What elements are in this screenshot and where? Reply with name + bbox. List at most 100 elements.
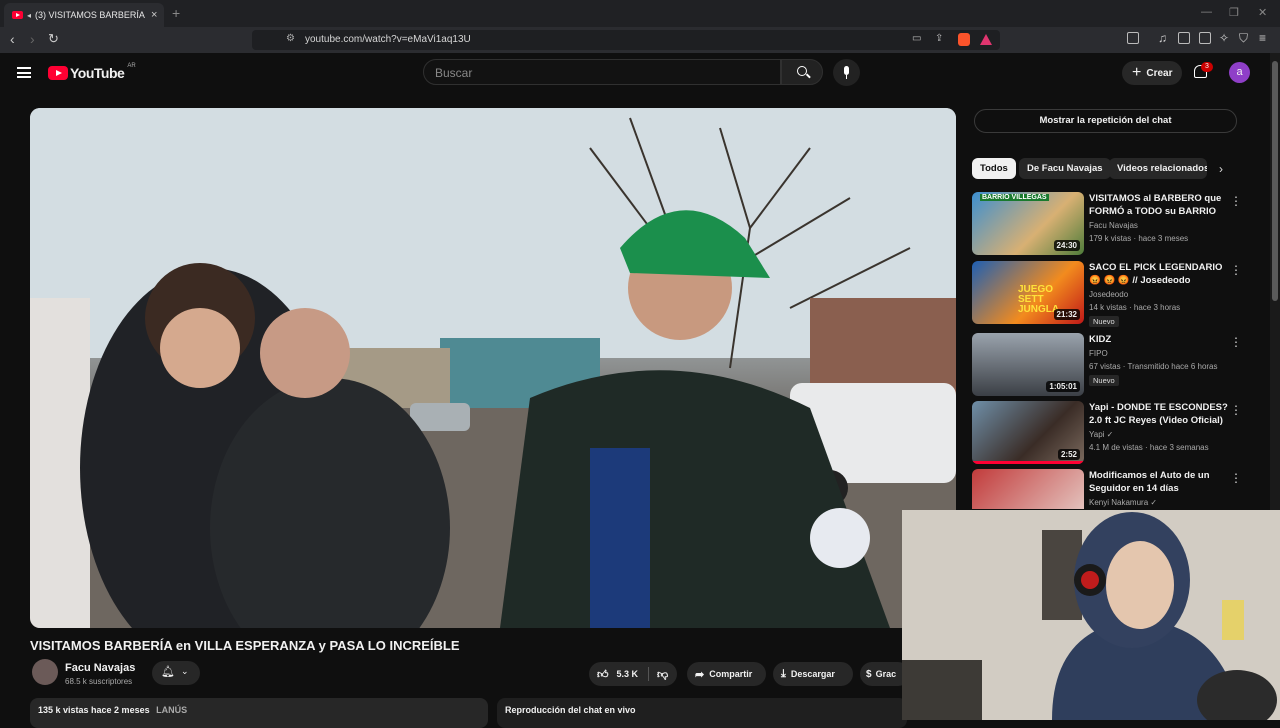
hamburger-menu-icon[interactable] xyxy=(17,67,31,78)
media-icon[interactable]: ♫ xyxy=(1158,31,1167,45)
show-chat-replay-button[interactable]: Mostrar la repetición del chat xyxy=(974,109,1237,133)
create-button[interactable]: + Crear xyxy=(1122,61,1182,85)
rec-channel[interactable]: Facu Navajas xyxy=(1089,221,1138,230)
leo-ai-icon[interactable]: ✧ xyxy=(1219,31,1229,45)
recommendation-item[interactable]: 2:52 Yapi - DONDE TE ESCONDES? 2.0 ft JC… xyxy=(972,401,1242,465)
description-box[interactable]: 135 k vistas hace 2 meses LANÚS xyxy=(30,698,488,728)
plus-icon: + xyxy=(1132,64,1142,81)
search-icon xyxy=(797,66,807,76)
live-chat-replay-panel: Reproducción del chat en vivo xyxy=(497,698,907,728)
download-button[interactable]: ⤓ Descargar xyxy=(773,662,853,686)
chip-all[interactable]: Todos xyxy=(972,158,1016,179)
tab-search-icon[interactable] xyxy=(1127,32,1139,44)
duration-badge: 2:52 xyxy=(1057,449,1080,460)
close-tab-icon[interactable]: × xyxy=(151,9,157,21)
sidebar-icon[interactable] xyxy=(1178,32,1190,44)
duration-badge: 21:32 xyxy=(1053,309,1080,320)
back-icon[interactable]: ‹ xyxy=(10,31,15,47)
location-tag[interactable]: LANÚS xyxy=(156,705,187,715)
duration-badge: 24:30 xyxy=(1053,240,1080,251)
share-icon: ➦ xyxy=(695,668,705,681)
recommendation-item[interactable]: 1:05:01 KIDZ FIPO 67 vistas · Transmitid… xyxy=(972,333,1242,397)
address-bar[interactable]: ⚙ youtube.com/watch?v=eMaVi1aq13U ▭ ⇪ xyxy=(252,30,1000,50)
subscription-bell-button[interactable]: 🔔︎ ⌄ xyxy=(152,661,200,685)
rec-meta: 179 k vistas · hace 3 meses xyxy=(1089,234,1189,243)
more-options-icon[interactable]: ⋮ xyxy=(1230,263,1242,277)
rec-channel[interactable]: Kenyi Nakamura ✓ xyxy=(1089,498,1157,507)
minimize-icon[interactable]: — xyxy=(1201,6,1212,18)
more-options-icon[interactable]: ⋮ xyxy=(1230,194,1242,208)
rec-channel[interactable]: Yapi ✓ xyxy=(1089,430,1113,439)
account-avatar[interactable]: a xyxy=(1229,62,1250,83)
tab-title: (3) VISITAMOS BARBERÍA en xyxy=(35,10,148,20)
recommendation-item[interactable]: JUEGO SETT JUNGLA 21:32 SACO EL PICK LEG… xyxy=(972,261,1242,327)
rec-channel[interactable]: FIPO xyxy=(1089,349,1108,358)
like-count[interactable]: 5.3 K xyxy=(617,669,639,679)
browser-tab[interactable]: ◂ (3) VISITAMOS BARBERÍA en × xyxy=(4,3,164,27)
youtube-logo[interactable]: YouTube AR xyxy=(48,63,136,81)
site-info-icon[interactable]: ⚙ xyxy=(286,33,295,44)
browser-menu-icon[interactable]: ≡ xyxy=(1259,31,1266,45)
rec-title[interactable]: Modificamos el Auto de un Seguidor en 14… xyxy=(1089,469,1229,495)
share-label: Compartir xyxy=(709,669,753,679)
thanks-label: Grac xyxy=(875,669,897,679)
notification-count-badge: 3 xyxy=(1201,62,1213,72)
close-window-icon[interactable]: ✕ xyxy=(1258,6,1267,19)
chevron-right-icon[interactable]: › xyxy=(1219,162,1223,176)
new-badge: Nuevo xyxy=(1089,316,1119,327)
rec-channel[interactable]: Josedeodo xyxy=(1089,290,1128,299)
subscriber-count: 68.5 k suscriptores xyxy=(65,677,133,686)
rec-title[interactable]: Yapi - DONDE TE ESCONDES? 2.0 ft JC Reye… xyxy=(1089,401,1229,427)
reload-icon[interactable]: ↻ xyxy=(48,31,59,47)
url-text: youtube.com/watch?v=eMaVi1aq13U xyxy=(305,34,471,45)
webcam-image xyxy=(902,510,1280,720)
search-box xyxy=(423,59,781,85)
recommendation-item[interactable]: BARRIO VILLEGAS 24:30 VISITAMOS al BARBE… xyxy=(972,192,1242,256)
chevron-down-icon: ⌄ xyxy=(181,666,189,676)
share-page-icon[interactable]: ⇪ xyxy=(935,33,943,44)
forward-icon[interactable]: › xyxy=(30,31,35,47)
channel-avatar[interactable] xyxy=(32,659,58,685)
thumbs-up-icon[interactable]: 👍︎ xyxy=(597,668,609,681)
search-input[interactable] xyxy=(435,66,765,80)
create-label: Crear xyxy=(1146,67,1173,79)
cast-icon[interactable]: ▭ xyxy=(912,33,921,44)
chip-from-channel[interactable]: De Facu Navajas xyxy=(1019,158,1111,179)
vpn-shield-icon[interactable]: ⛉ xyxy=(1239,31,1248,46)
video-player[interactable] xyxy=(30,108,956,628)
thumbs-down-icon[interactable]: 👎︎ xyxy=(657,668,668,681)
video-title: VISITAMOS BARBERÍA en VILLA ESPERANZA y … xyxy=(30,638,460,653)
new-badge: Nuevo xyxy=(1089,375,1119,386)
voice-search-mic-icon[interactable] xyxy=(833,59,860,86)
search-button[interactable] xyxy=(781,59,823,85)
maximize-icon[interactable]: ❐ xyxy=(1229,6,1239,19)
video-thumbnail[interactable]: BARRIO VILLEGAS 24:30 xyxy=(972,192,1084,255)
share-button[interactable]: ➦ Compartir xyxy=(687,662,766,686)
video-thumbnail[interactable] xyxy=(972,469,1084,509)
chip-related[interactable]: Videos relacionados xyxy=(1109,158,1207,179)
rec-title[interactable]: VISITAMOS al BARBERO que FORMÓ a TODO su… xyxy=(1089,192,1229,218)
wallet-icon[interactable] xyxy=(1199,32,1211,44)
browser-toolbar: ‹ › ↻ ▯ ⚙ youtube.com/watch?v=eMaVi1aq13… xyxy=(0,27,1280,53)
rec-title[interactable]: SACO EL PICK LEGENDARIO 😡 😡 😡 // Josedeo… xyxy=(1089,261,1229,287)
new-tab-button[interactable]: + xyxy=(172,5,180,21)
more-options-icon[interactable]: ⋮ xyxy=(1230,335,1242,349)
logo-wordmark: YouTube xyxy=(70,65,125,81)
more-options-icon[interactable]: ⋮ xyxy=(1230,403,1242,417)
scrollbar-thumb[interactable] xyxy=(1272,61,1278,301)
more-options-icon[interactable]: ⋮ xyxy=(1230,471,1242,485)
bell-icon: 🔔︎ xyxy=(161,666,175,678)
country-code: AR xyxy=(127,63,136,69)
view-stats: 135 k vistas hace 2 meses xyxy=(38,705,150,715)
video-thumbnail[interactable]: 1:05:01 xyxy=(972,333,1084,396)
brave-shield-icon[interactable] xyxy=(958,33,970,46)
brave-rewards-icon[interactable] xyxy=(980,34,992,45)
rec-title[interactable]: KIDZ xyxy=(1089,333,1229,346)
channel-name[interactable]: Facu Navajas xyxy=(65,662,135,674)
youtube-header: YouTube AR + Crear 3 a xyxy=(0,53,1270,93)
video-frame-image xyxy=(30,108,956,628)
speaker-icon[interactable]: ◂ xyxy=(27,11,31,20)
video-thumbnail[interactable]: JUEGO SETT JUNGLA 21:32 xyxy=(972,261,1084,324)
video-thumbnail[interactable]: 2:52 xyxy=(972,401,1084,464)
recommendation-item[interactable]: Modificamos el Auto de un Seguidor en 14… xyxy=(972,469,1242,509)
